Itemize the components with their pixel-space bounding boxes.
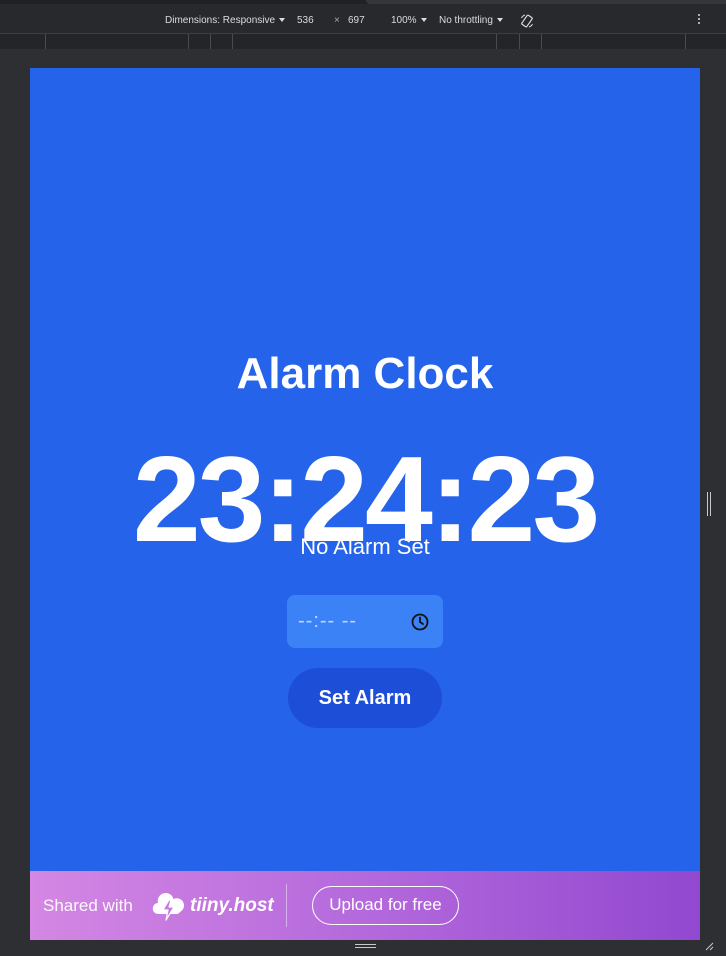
- corner-resize-icon[interactable]: [703, 940, 714, 951]
- upload-for-free-button[interactable]: Upload for free: [312, 886, 459, 925]
- zoom-dropdown[interactable]: 100%: [391, 15, 427, 27]
- rotate-icon[interactable]: [520, 14, 534, 28]
- time-input-placeholder: --:-- --: [298, 610, 358, 632]
- shared-with-label: Shared with: [43, 896, 133, 915]
- width-field[interactable]: 536: [297, 15, 314, 27]
- height-field[interactable]: 697: [348, 15, 365, 27]
- devtools-toolbar: Dimensions: Responsive 536 × 697 100% No…: [0, 0, 726, 33]
- chevron-down-icon: [496, 18, 503, 23]
- zoom-label: 100%: [391, 15, 417, 26]
- alarm-time-input[interactable]: --:-- --: [287, 595, 443, 648]
- cloud-bolt-icon[interactable]: [152, 891, 186, 921]
- clock-icon[interactable]: [410, 612, 430, 632]
- chevron-down-icon: [420, 18, 427, 23]
- brand-name[interactable]: tiiny.host: [190, 894, 274, 918]
- media-query-ruler[interactable]: [0, 33, 726, 50]
- alarm-clock-page: Alarm Clock 23:24:23 No Alarm Set --:-- …: [30, 68, 700, 940]
- chevron-down-icon: [279, 18, 286, 23]
- resize-handle-icon[interactable]: [706, 492, 712, 516]
- kebab-menu-icon[interactable]: [697, 14, 701, 28]
- throttling-dropdown[interactable]: No throttling: [439, 15, 503, 27]
- footer-divider: [286, 884, 287, 927]
- tiiny-host-banner: Shared with tiiny.host Upload for free: [30, 871, 700, 940]
- throttling-label: No throttling: [439, 15, 493, 26]
- dimensions-dropdown[interactable]: Dimensions: Responsive: [165, 15, 286, 27]
- page-title: Alarm Clock: [236, 349, 494, 398]
- dimensions-label: Dimensions: Responsive: [165, 15, 276, 26]
- alarm-status-text: No Alarm Set: [300, 534, 430, 559]
- dimension-separator: ×: [334, 15, 340, 26]
- set-alarm-button[interactable]: Set Alarm: [288, 668, 442, 728]
- bottom-resize-handle-icon[interactable]: [355, 943, 376, 949]
- devtools-top-edge: [0, 0, 726, 4]
